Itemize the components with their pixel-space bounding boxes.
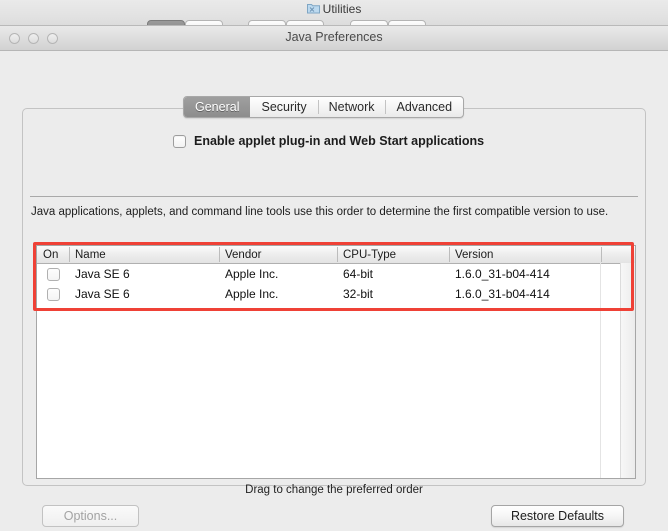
java-preferences-window: Java Preferences General Security Networ… bbox=[0, 25, 668, 531]
options-button-label: Options... bbox=[63, 509, 118, 523]
row-cpu-type-cell: 32-bit bbox=[343, 287, 374, 301]
table-header-row: On Name Vendor CPU-Type Version bbox=[37, 246, 635, 264]
tab-security[interactable]: Security bbox=[250, 97, 317, 117]
panel-separator bbox=[30, 196, 638, 197]
tab-network-label: Network bbox=[328, 100, 375, 114]
column-header-name[interactable]: Name bbox=[69, 246, 219, 263]
enable-applet-label: Enable applet plug-in and Web Start appl… bbox=[194, 134, 485, 148]
row-on-cell[interactable] bbox=[37, 267, 69, 281]
row-on-cell[interactable] bbox=[37, 287, 69, 301]
row-version-cell: 1.6.0_31-b04-414 bbox=[455, 267, 550, 281]
tab-bar[interactable]: General Security Network Advanced bbox=[183, 96, 465, 118]
java-versions-table[interactable]: On Name Vendor CPU-Type Version Java SE … bbox=[36, 245, 636, 479]
row-checkbox[interactable] bbox=[47, 287, 60, 301]
row-checkbox[interactable] bbox=[47, 267, 60, 281]
window-title: Java Preferences bbox=[285, 30, 383, 44]
row-vendor-cell: Apple Inc. bbox=[225, 287, 279, 301]
row-name-cell: Java SE 6 bbox=[75, 287, 130, 301]
restore-defaults-button-label: Restore Defaults bbox=[510, 509, 605, 523]
table-row[interactable]: Java SE 6 Apple Inc. 64-bit 1.6.0_31-b04… bbox=[37, 264, 635, 284]
table-column-divider bbox=[600, 263, 601, 478]
order-description: Java applications, applets, and command … bbox=[31, 206, 609, 218]
drag-hint-text: Drag to change the preferred order bbox=[245, 484, 423, 496]
tab-security-label: Security bbox=[261, 100, 307, 114]
row-version-cell: 1.6.0_31-b04-414 bbox=[455, 287, 550, 301]
window-body: General Security Network Advanced Enable… bbox=[0, 51, 668, 531]
column-header-version[interactable]: Version bbox=[449, 246, 601, 263]
background-window-title-text: Utilities bbox=[322, 2, 362, 16]
column-header-on[interactable]: On bbox=[37, 246, 69, 263]
table-vertical-scrollbar[interactable] bbox=[620, 263, 635, 478]
tab-advanced-label: Advanced bbox=[396, 100, 453, 114]
column-header-cpu-type[interactable]: CPU-Type bbox=[337, 246, 449, 263]
row-vendor-cell: Apple Inc. bbox=[225, 267, 279, 281]
window-titlebar[interactable]: Java Preferences bbox=[0, 26, 668, 51]
restore-defaults-button[interactable]: Restore Defaults bbox=[491, 505, 624, 527]
row-name-cell: Java SE 6 bbox=[75, 267, 130, 281]
enable-applet-row[interactable]: Enable applet plug-in and Web Start appl… bbox=[173, 134, 484, 148]
column-header-extra[interactable] bbox=[601, 246, 635, 263]
options-button[interactable]: Options... bbox=[42, 505, 139, 527]
tab-general[interactable]: General bbox=[184, 97, 251, 117]
background-window-title: Utilities bbox=[0, 2, 668, 16]
table-row[interactable]: Java SE 6 Apple Inc. 32-bit 1.6.0_31-b04… bbox=[37, 284, 635, 304]
folder-icon bbox=[306, 3, 320, 14]
tab-advanced[interactable]: Advanced bbox=[385, 97, 463, 117]
screen: Utilities Java Preferences General Secur… bbox=[0, 0, 668, 531]
row-cpu-type-cell: 64-bit bbox=[343, 267, 374, 281]
enable-applet-checkbox[interactable] bbox=[173, 134, 186, 148]
tab-general-label: General bbox=[195, 100, 240, 114]
column-header-vendor[interactable]: Vendor bbox=[219, 246, 337, 263]
tab-network[interactable]: Network bbox=[317, 97, 386, 117]
